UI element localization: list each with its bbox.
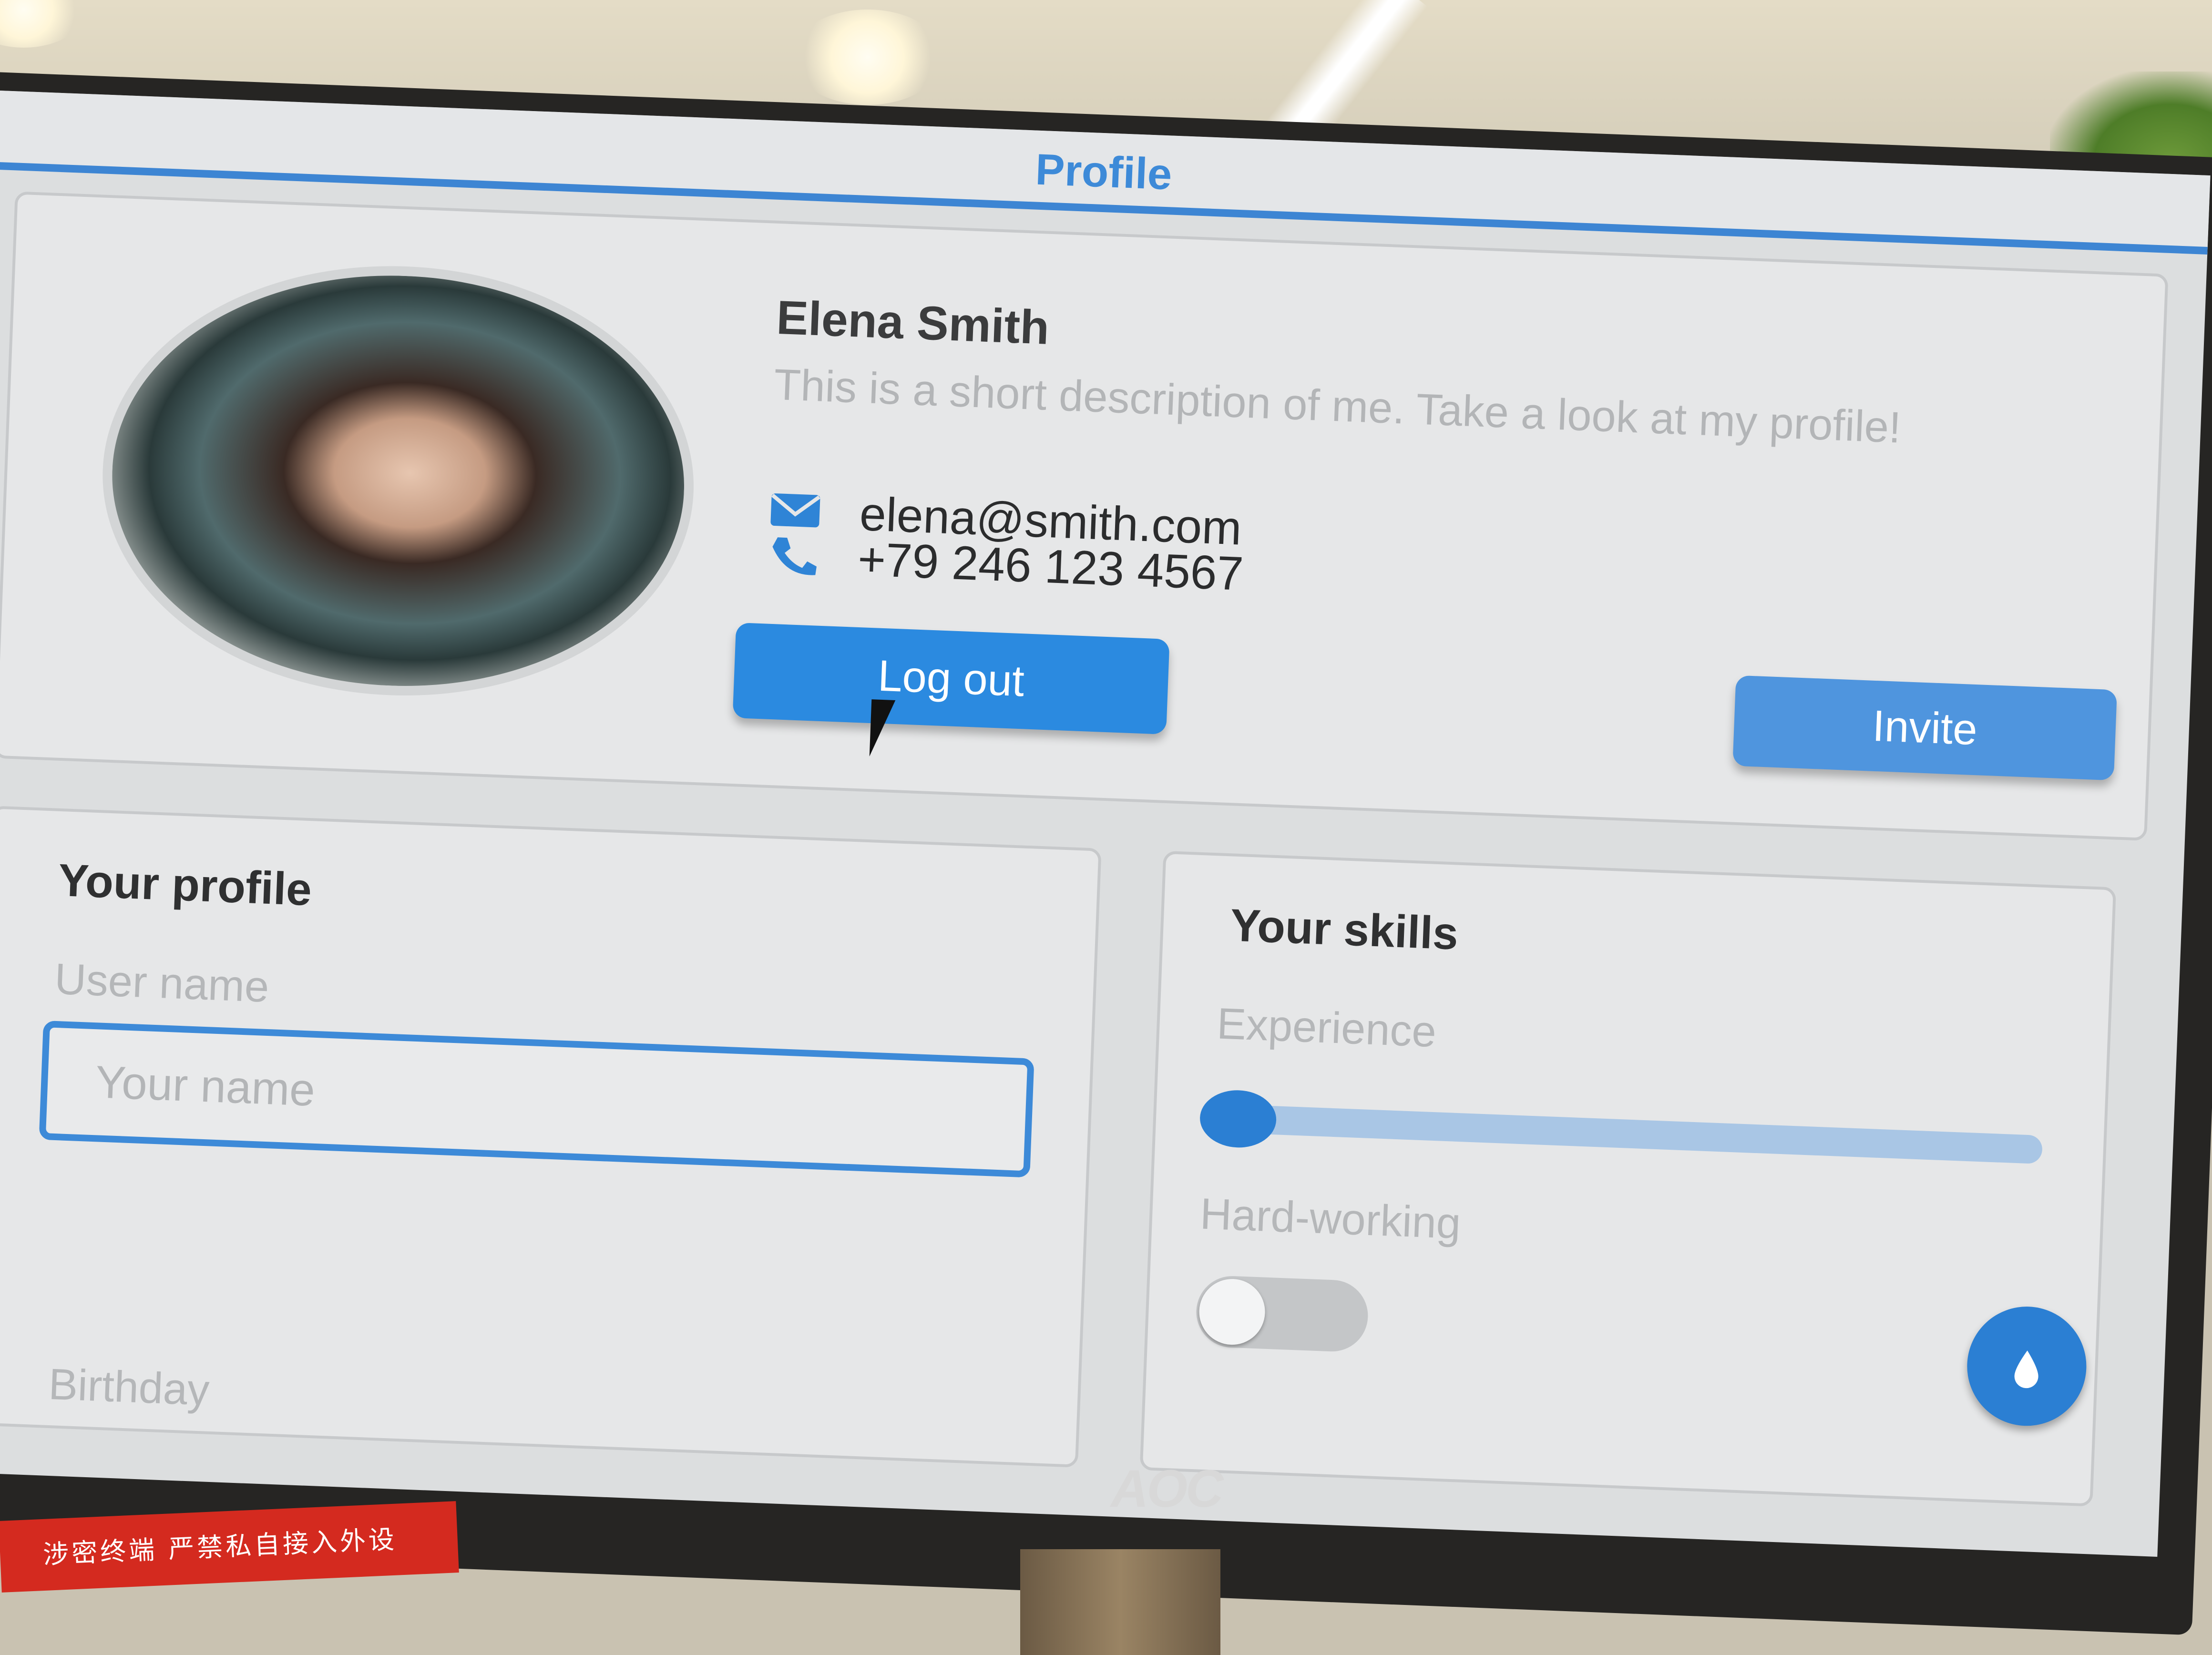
hard-working-label: Hard-working xyxy=(1199,1189,1462,1248)
user-description: This is a short description of me. Take … xyxy=(773,360,1902,452)
skills-panel-title: Your skills xyxy=(1229,899,1459,960)
monitor-screen: Profile Elena Smith This is a short desc… xyxy=(0,91,2211,1557)
logout-button[interactable]: Log out xyxy=(732,623,1170,735)
experience-label: Experience xyxy=(1216,999,1437,1057)
ceiling-lamp xyxy=(791,10,944,105)
water-drop-icon[interactable] xyxy=(1965,1304,2089,1428)
profile-card: Elena Smith This is a short description … xyxy=(0,191,2169,841)
ceiling-lamp xyxy=(0,0,86,48)
monitor-brand-logo: AOC xyxy=(1111,1460,1223,1518)
username-label: User name xyxy=(53,954,270,1012)
toggle-knob xyxy=(1198,1277,1267,1346)
mouse-cursor-icon xyxy=(869,699,896,757)
invite-button[interactable]: Invite xyxy=(1732,675,2118,781)
experience-slider-track[interactable] xyxy=(1212,1103,2043,1165)
birthday-label: Birthday xyxy=(47,1359,211,1415)
your-skills-panel: Your skills Experience Hard-working xyxy=(1139,850,2117,1507)
monitor-stand xyxy=(1020,1549,1220,1655)
experience-slider-thumb[interactable] xyxy=(1199,1089,1278,1149)
username-input[interactable] xyxy=(39,1020,1034,1178)
avatar xyxy=(94,255,702,707)
profile-panel-title: Your profile xyxy=(57,854,313,916)
envelope-icon xyxy=(768,490,822,535)
user-name: Elena Smith xyxy=(775,290,1051,355)
hard-working-toggle[interactable] xyxy=(1195,1275,1370,1353)
your-profile-panel: Your profile User name Birthday xyxy=(0,806,1102,1468)
phone-icon xyxy=(767,533,820,578)
